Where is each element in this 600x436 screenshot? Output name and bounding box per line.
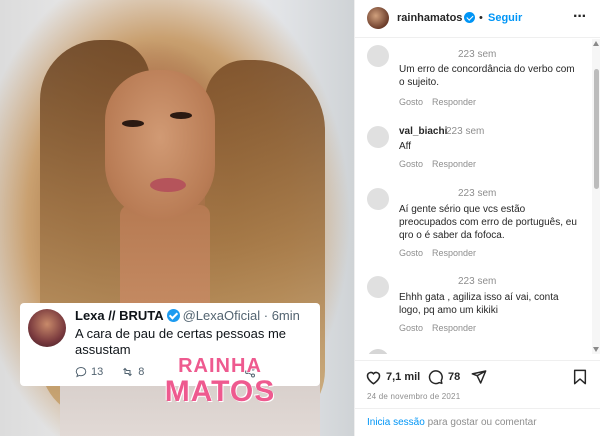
tweet-replies-count: 13 — [91, 366, 104, 378]
comment-avatar[interactable] — [367, 276, 389, 298]
verified-icon — [464, 12, 475, 23]
comment-text: Ehhh gata , agiliza isso aí vai, conta l… — [399, 292, 559, 316]
share-button[interactable] — [471, 369, 487, 385]
comment-avatar[interactable] — [367, 188, 389, 210]
comment-reply-button[interactable]: Responder — [432, 323, 476, 333]
watermark-line1: RAINHA — [178, 355, 262, 377]
comment-footer: Gosto Responder — [399, 159, 476, 169]
more-options-button[interactable]: ··· — [573, 8, 587, 26]
tweet-avatar — [28, 309, 66, 347]
comment-like-button[interactable]: Gosto — [399, 159, 423, 169]
separator-dot: • — [479, 12, 483, 24]
comment-reply-button[interactable]: Responder — [432, 97, 476, 107]
comment-text: Aff — [399, 141, 412, 152]
photo-lips — [150, 178, 186, 192]
tweet-time: · 6min — [263, 308, 300, 323]
tweet-text: A cara de pau de certas pessoas me assus… — [75, 326, 287, 357]
photo-neck — [120, 205, 210, 315]
follow-button[interactable]: Seguir — [488, 12, 522, 24]
comment-avatar[interactable] — [367, 126, 389, 148]
scroll-up-icon[interactable] — [593, 41, 599, 46]
login-prompt: Inicia sessão para gostar ou comentar — [355, 408, 600, 436]
comment-text: Aí gente sério que vcs estão preocupados… — [399, 204, 577, 241]
photo-face — [105, 70, 215, 220]
comment-username[interactable]: val_biachi — [399, 126, 447, 137]
post-sidebar: rainhamatos • Seguir ··· 223 sem Um erro… — [354, 0, 600, 436]
scroll-down-icon[interactable] — [593, 347, 599, 352]
save-button[interactable] — [573, 369, 587, 385]
scrollbar-thumb[interactable] — [594, 69, 599, 189]
watermark: RAINHA MATOS — [140, 355, 300, 407]
post-header: rainhamatos • Seguir ··· — [355, 0, 600, 38]
comment-footer: Gosto Responder — [399, 248, 476, 258]
retweet-icon — [123, 367, 133, 377]
comment-like-button[interactable]: Gosto — [399, 97, 423, 107]
comment-icon — [428, 370, 443, 385]
comment-like-button[interactable]: Gosto — [399, 248, 423, 258]
heart-icon — [366, 371, 381, 385]
comments-scrollbar[interactable] — [592, 39, 600, 354]
login-link[interactable]: Inicia sessão — [367, 417, 425, 428]
author-username[interactable]: rainhamatos — [397, 12, 462, 24]
reply-icon — [75, 366, 87, 378]
post-actions: 7,1 mil 78 — [355, 360, 600, 390]
tweet-replies: 13 — [75, 366, 103, 378]
likes-count: 7,1 mil — [386, 371, 421, 383]
comment-reply-button[interactable]: Responder — [432, 248, 476, 258]
bookmark-icon — [573, 369, 587, 385]
comment-like-button[interactable]: Gosto — [399, 323, 423, 333]
comment-footer: Gosto Responder — [399, 97, 476, 107]
watermark-line2: MATOS — [164, 375, 276, 408]
comments-count: 78 — [448, 371, 461, 383]
comment-text: Um erro de concordância do verbo com o s… — [399, 64, 575, 88]
tweet-handle: @LexaOficial — [182, 308, 261, 323]
post-date: 24 de novembro de 2021 — [367, 392, 461, 401]
login-text: para gostar ou comentar — [424, 417, 537, 428]
tweet-header: Lexa // BRUTA @LexaOficial · 6min — [75, 308, 300, 323]
comments-list[interactable]: 223 sem Um erro de concordância do verbo… — [355, 39, 591, 354]
comment-time: 223 sem — [458, 188, 497, 199]
comment-time: 223 sem — [458, 276, 497, 287]
comment-footer: Gosto Responder — [399, 323, 476, 333]
verified-icon — [166, 309, 180, 322]
comment-time: 223 sem — [458, 49, 497, 60]
author-avatar[interactable] — [367, 7, 389, 29]
send-icon — [471, 370, 487, 384]
comment-avatar[interactable] — [367, 45, 389, 67]
like-button[interactable]: 7,1 mil — [365, 369, 420, 385]
photo-eye-left — [122, 120, 144, 127]
post-photo[interactable]: Lexa // BRUTA @LexaOficial · 6min A cara … — [0, 0, 354, 436]
comment-avatar[interactable] — [367, 349, 389, 354]
tweet-name: Lexa // BRUTA — [75, 308, 164, 323]
comment-button[interactable]: 78 — [427, 369, 460, 385]
comment-reply-button[interactable]: Responder — [432, 159, 476, 169]
photo-eye-right — [170, 112, 192, 119]
comment-time: 223 sem — [446, 126, 485, 137]
